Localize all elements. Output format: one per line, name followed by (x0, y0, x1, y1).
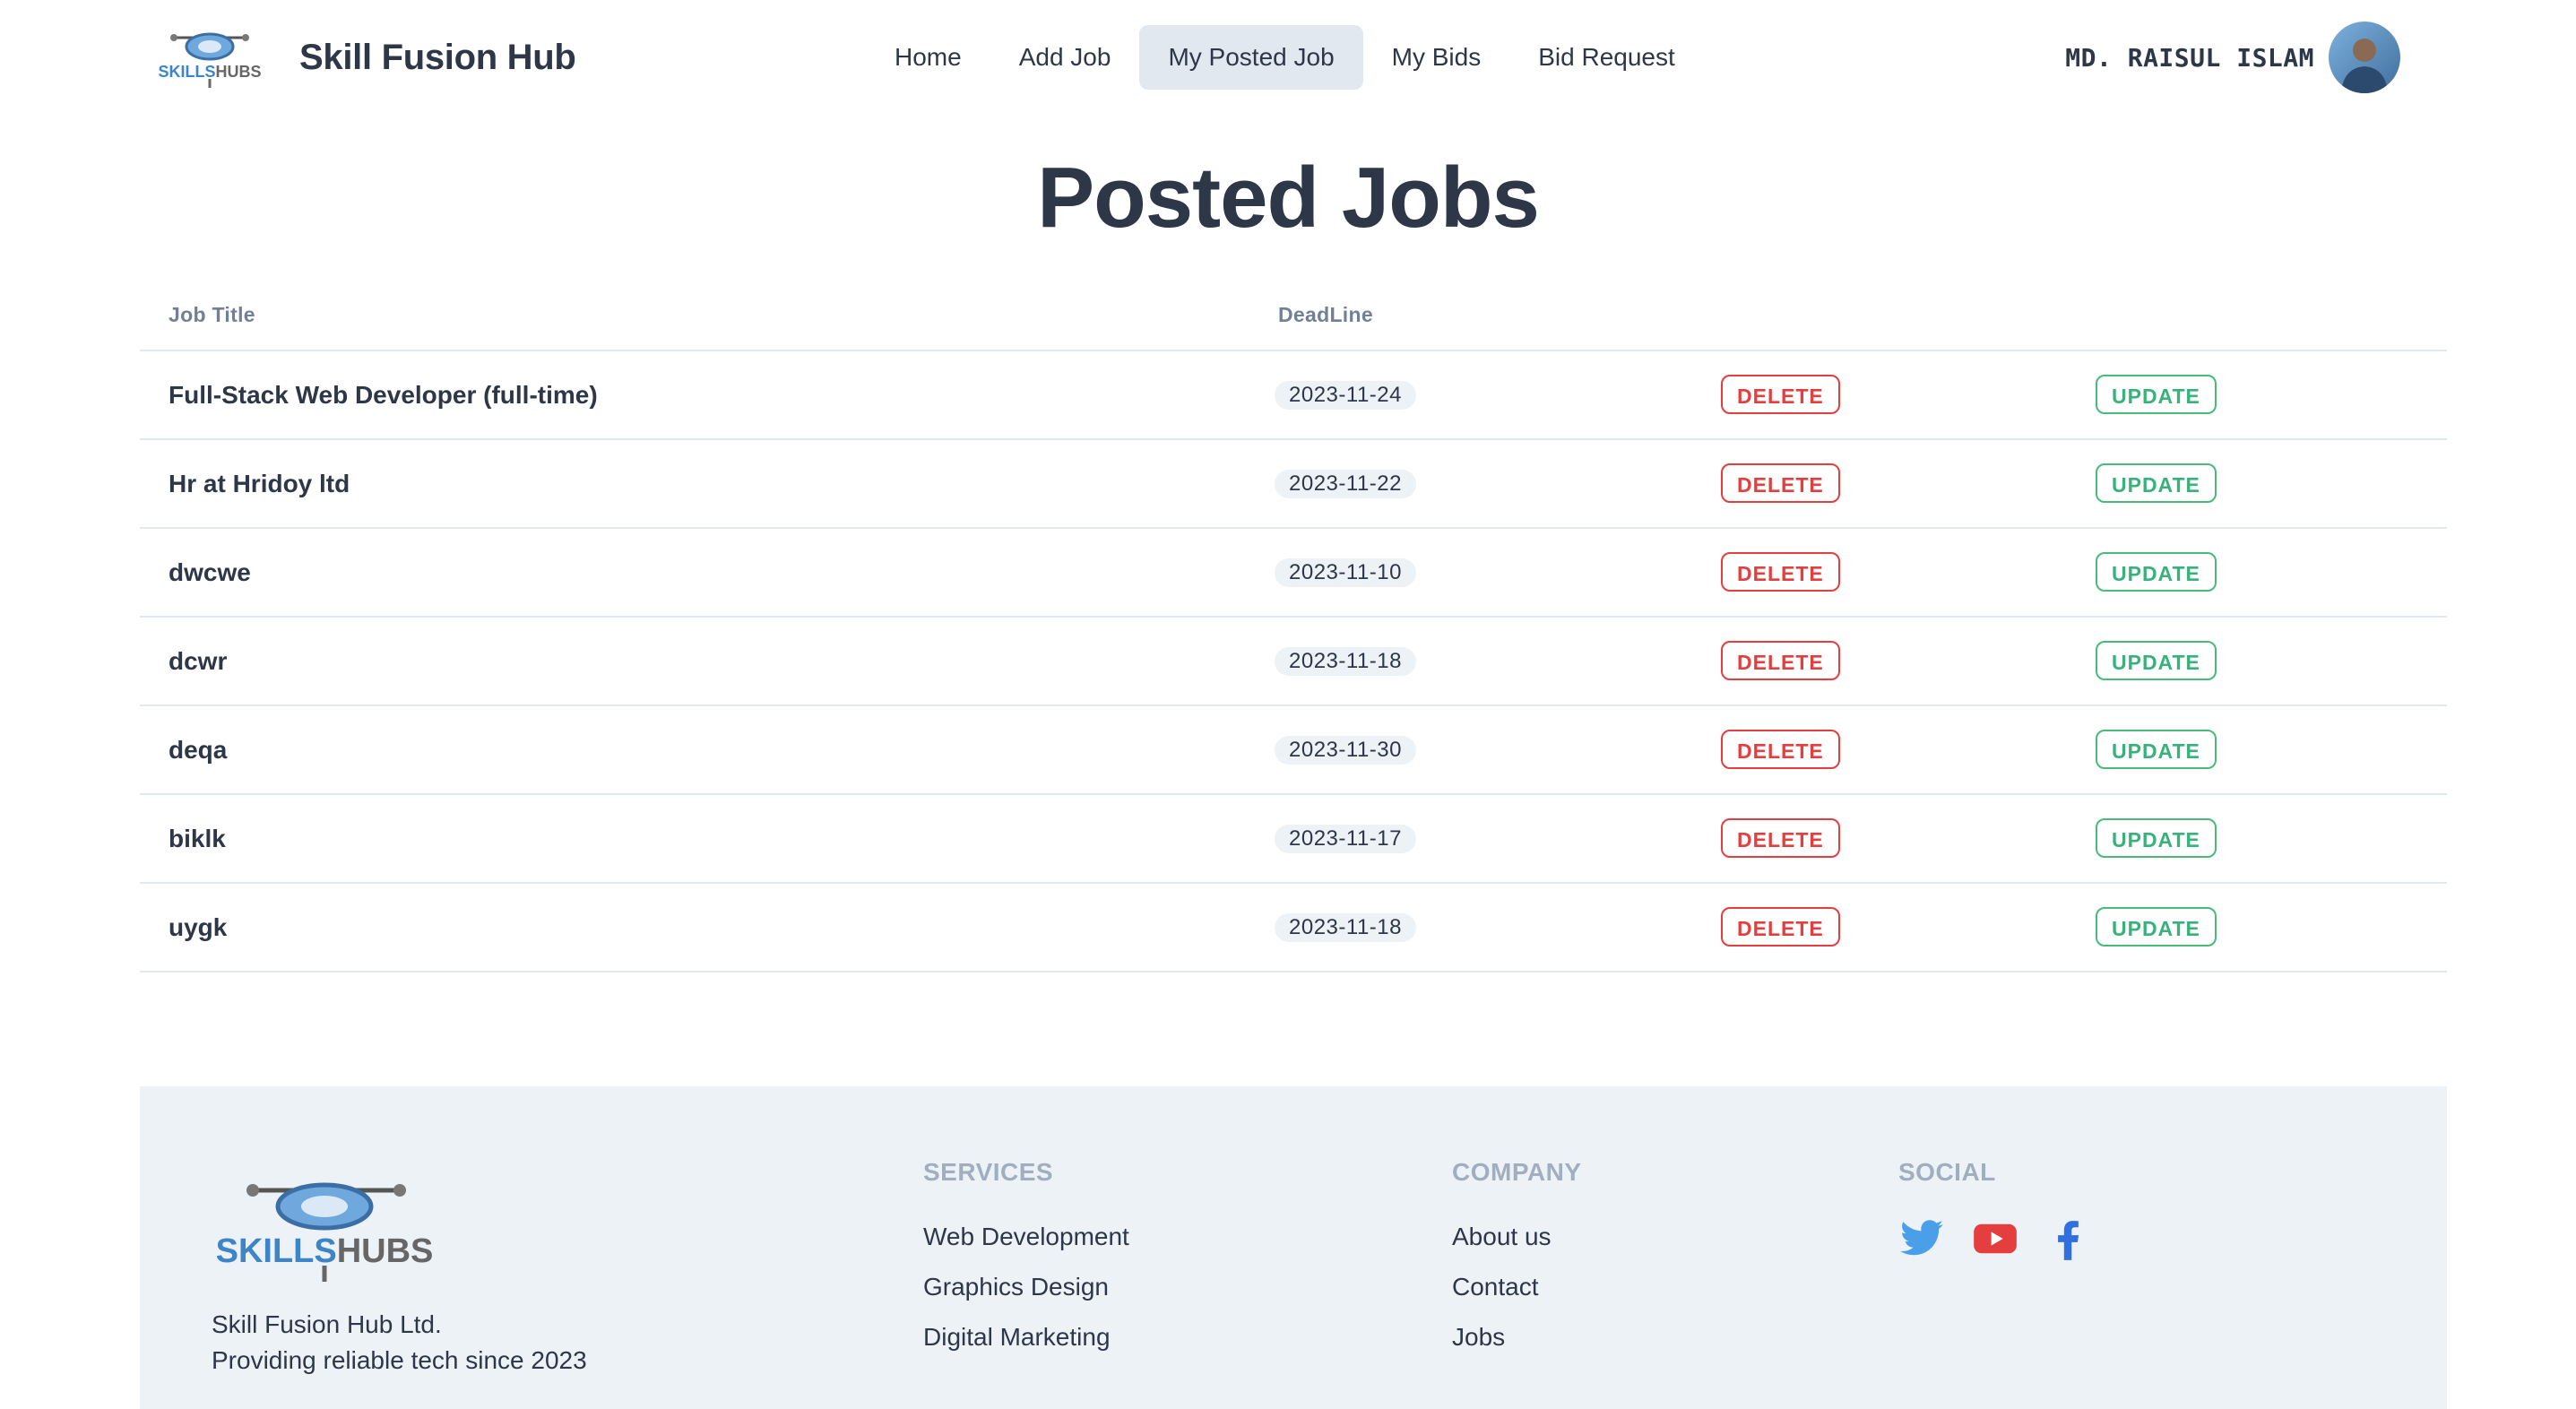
nav-my-bids[interactable]: My Bids (1363, 25, 1510, 90)
job-title: Full-Stack Web Developer (full-time) (169, 381, 598, 409)
user-menu[interactable]: MD. RAISUL ISLAM (2065, 22, 2400, 93)
update-button[interactable]: UPDATE (2096, 730, 2217, 769)
footer-skills-hubs-logo: SKILLSHUBS (217, 1182, 432, 1282)
footer: SKILLSHUBS Skill Fusion Hub Ltd. Providi… (140, 1086, 2447, 1409)
page: SKILLSHUBS Skill Fusion Hub Home Add Job… (0, 0, 2576, 1409)
column-header-job-title: Job Title (169, 303, 255, 326)
footer-link-digital-marketing[interactable]: Digital Marketing (923, 1323, 1111, 1352)
nav-my-posted-job[interactable]: My Posted Job (1139, 25, 1363, 90)
column-header-deadline: DeadLine (1278, 303, 1373, 326)
nav-add-job[interactable]: Add Job (990, 25, 1140, 90)
navbar: SKILLSHUBS Skill Fusion Hub Home Add Job… (0, 0, 2576, 115)
brand-name: Skill Fusion Hub (299, 38, 576, 77)
footer-link-graphics-design[interactable]: Graphics Design (923, 1273, 1109, 1301)
update-button[interactable]: UPDATE (2096, 818, 2217, 858)
job-title: dcwr (169, 647, 228, 675)
job-title: biklk (169, 825, 226, 852)
user-name: MD. RAISUL ISLAM (2065, 42, 2314, 73)
delete-button[interactable]: DELETE (1721, 730, 1840, 769)
table-row: uygk 2023-11-18 DELETE UPDATE (140, 884, 2447, 972)
job-title: Hr at Hridoy ltd (169, 470, 350, 497)
update-button[interactable]: UPDATE (2096, 463, 2217, 503)
update-button[interactable]: UPDATE (2096, 552, 2217, 592)
update-button[interactable]: UPDATE (2096, 641, 2217, 680)
delete-button[interactable]: DELETE (1721, 818, 1840, 858)
table-row: dwcwe 2023-11-10 DELETE UPDATE (140, 529, 2447, 618)
main-nav: Home Add Job My Posted Job My Bids Bid R… (866, 25, 1704, 90)
footer-services-heading: SERVICES (923, 1158, 1054, 1186)
footer-logo-text: SKILLSHUBS (217, 1232, 432, 1270)
nav-bid-request[interactable]: Bid Request (1509, 25, 1704, 90)
deadline-badge: 2023-11-22 (1275, 470, 1416, 498)
deadline-badge: 2023-11-10 (1275, 558, 1416, 587)
youtube-icon[interactable] (1972, 1215, 2018, 1262)
avatar[interactable] (2329, 22, 2400, 93)
update-button[interactable]: UPDATE (2096, 375, 2217, 414)
footer-company-heading: COMPANY (1452, 1158, 1582, 1186)
table-header: Job Title DeadLine (140, 285, 2447, 351)
table-row: Hr at Hridoy ltd 2023-11-22 DELETE UPDAT… (140, 440, 2447, 529)
footer-link-web-development[interactable]: Web Development (923, 1223, 1129, 1251)
footer-company-name: Skill Fusion Hub Ltd. (212, 1310, 442, 1338)
deadline-badge: 2023-11-18 (1275, 647, 1416, 676)
delete-button[interactable]: DELETE (1721, 641, 1840, 680)
table-row: biklk 2023-11-17 DELETE UPDATE (140, 795, 2447, 884)
deadline-badge: 2023-11-18 (1275, 913, 1416, 942)
twitter-icon[interactable] (1898, 1215, 1945, 1262)
footer-link-jobs[interactable]: Jobs (1452, 1323, 1505, 1352)
brand[interactable]: SKILLSHUBS Skill Fusion Hub (156, 25, 576, 90)
deadline-badge: 2023-11-17 (1275, 825, 1416, 853)
skills-hubs-logo: SKILLSHUBS (158, 32, 262, 88)
footer-tagline: Providing reliable tech since 2023 (212, 1346, 587, 1374)
nav-home[interactable]: Home (866, 25, 990, 90)
deadline-badge: 2023-11-24 (1275, 381, 1416, 410)
job-title: deqa (169, 736, 228, 764)
delete-button[interactable]: DELETE (1721, 375, 1840, 414)
footer-social-heading: SOCIAL (1898, 1158, 1996, 1186)
footer-link-about-us[interactable]: About us (1452, 1223, 1552, 1251)
delete-button[interactable]: DELETE (1721, 463, 1840, 503)
footer-link-contact[interactable]: Contact (1452, 1273, 1539, 1301)
update-button[interactable]: UPDATE (2096, 907, 2217, 947)
table-row: dcwr 2023-11-18 DELETE UPDATE (140, 618, 2447, 706)
deadline-badge: 2023-11-30 (1275, 736, 1416, 765)
posted-jobs-table: Job Title DeadLine Full-Stack Web Develo… (140, 285, 2447, 972)
delete-button[interactable]: DELETE (1721, 552, 1840, 592)
table-row: deqa 2023-11-30 DELETE UPDATE (140, 706, 2447, 795)
delete-button[interactable]: DELETE (1721, 907, 1840, 947)
job-title: uygk (169, 913, 228, 941)
table-row: Full-Stack Web Developer (full-time) 202… (140, 351, 2447, 440)
facebook-icon[interactable] (2045, 1215, 2092, 1262)
logo-text: SKILLSHUBS (158, 63, 261, 81)
page-title: Posted Jobs (1037, 150, 1540, 246)
job-title: dwcwe (169, 558, 251, 586)
